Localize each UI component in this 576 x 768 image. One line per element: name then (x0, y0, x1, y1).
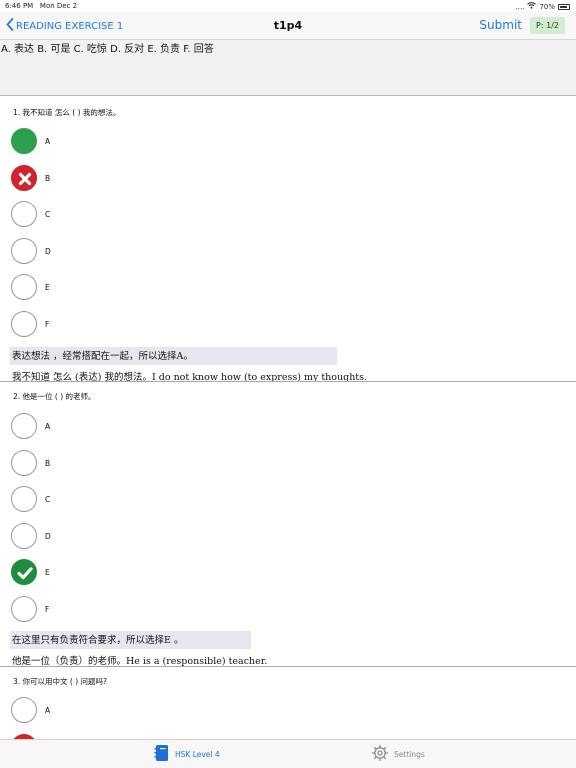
back-label: READING EXERCISE 1 (16, 20, 124, 32)
option-label: C (45, 210, 51, 219)
explanation-block: 表达想法 ，经常搭配在一起，所以选择A。 我不知道 怎么 (表达) 我的想法。I… (10, 347, 369, 383)
option-e[interactable]: E (11, 274, 151, 300)
signal-indicator: .... (515, 2, 525, 11)
option-label: A (45, 706, 51, 715)
wifi-icon (527, 2, 537, 11)
option-e[interactable]: E (11, 559, 151, 585)
status-bar: 6:46 PM Mon Dec 2 .... 70% (0, 0, 576, 12)
option-label: F (45, 320, 50, 329)
option-f[interactable]: F (11, 596, 151, 622)
submit-button[interactable]: Submit (479, 18, 522, 32)
option-a[interactable]: A (11, 128, 151, 154)
navigation-bar: READING EXERCISE 1 t1p4 Submit P: 1/2 (0, 12, 576, 40)
status-right: .... 70% (516, 2, 570, 11)
option-label: D (45, 532, 51, 541)
checkmark-icon[interactable] (11, 559, 37, 585)
option-label: D (45, 247, 51, 256)
option-b[interactable]: B (11, 165, 151, 191)
question-title: 2. 他是一位 ( ) 的老师。 (13, 392, 96, 401)
notebook-icon (154, 744, 170, 764)
radio-circle[interactable] (11, 201, 37, 227)
question-title: 1. 我不知道 怎么 ( ) 我的想法。 (13, 108, 121, 117)
tab-label: HSK Level 4 (175, 749, 220, 759)
option-label: C (45, 495, 51, 504)
option-b[interactable]: B (11, 450, 151, 476)
explanation-text: 在这里只有负责符合要求，所以选择E 。 (10, 631, 251, 649)
option-c[interactable]: C (11, 486, 151, 512)
option-label: F (45, 605, 50, 614)
radio-circle[interactable] (11, 311, 37, 337)
word-bank-text: A. 表达 B. 可是 C. 吃惊 D. 反对 E. 负责 F. 回答 (1, 44, 214, 55)
selected-radio[interactable] (11, 128, 37, 154)
radio-circle[interactable] (11, 450, 37, 476)
explanation-text: 表达想法 ，经常搭配在一起，所以选择A。 (10, 347, 337, 365)
option-label: B (45, 174, 51, 183)
chevron-left-icon (6, 18, 14, 34)
option-a[interactable]: A (11, 697, 151, 723)
radio-circle[interactable] (11, 486, 37, 512)
radio-circle[interactable] (11, 596, 37, 622)
wrong-answer-icon[interactable] (11, 165, 37, 191)
tab-hsk-level-4[interactable]: HSK Level 4 (154, 744, 220, 764)
radio-circle[interactable] (11, 697, 37, 723)
option-label: E (45, 283, 50, 292)
tab-label: Settings (394, 749, 425, 759)
option-f[interactable]: F (11, 311, 151, 337)
option-label: A (45, 422, 51, 431)
explanation-block: 在这里只有负责符合要求，所以选择E 。 他是一位（负责）的老师。He is a … (10, 631, 269, 667)
option-label: E (45, 568, 50, 577)
radio-circle[interactable] (11, 238, 37, 264)
question-3: 3. 你可以用中文 ( ) 问题吗? A (0, 666, 576, 739)
back-button[interactable]: READING EXERCISE 1 (6, 18, 123, 34)
question-title: 3. 你可以用中文 ( ) 问题吗? (13, 677, 108, 686)
radio-circle[interactable] (11, 523, 37, 549)
battery-icon (558, 3, 570, 10)
option-d[interactable]: D (11, 238, 151, 264)
gear-icon (371, 744, 389, 764)
option-label: A (45, 137, 51, 146)
question-1: 1. 我不知道 怎么 ( ) 我的想法。 A B C D E F 表达想法 ，经… (0, 96, 576, 383)
word-bank: A. 表达 B. 可是 C. 吃惊 D. 反对 E. 负责 F. 回答 (0, 40, 576, 96)
radio-circle[interactable] (11, 413, 37, 439)
tab-bar: HSK Level 4 Settings (0, 739, 576, 768)
battery-percent: 70% (539, 2, 555, 11)
option-c[interactable]: C (11, 201, 151, 227)
option-a[interactable]: A (11, 413, 151, 439)
radio-circle[interactable] (11, 274, 37, 300)
option-d[interactable]: D (11, 523, 151, 549)
status-time: 6:46 PM Mon Dec 2 (5, 2, 78, 10)
page-badge[interactable]: P: 1/2 (530, 17, 565, 34)
option-label: B (45, 459, 51, 468)
tab-settings[interactable]: Settings (371, 744, 425, 764)
question-2: 2. 他是一位 ( ) 的老师。 A B C D E F 在这里只有负责符合要求… (0, 381, 576, 667)
translation-text: 他是一位（负责）的老师。He is a (responsible) teache… (12, 656, 268, 667)
